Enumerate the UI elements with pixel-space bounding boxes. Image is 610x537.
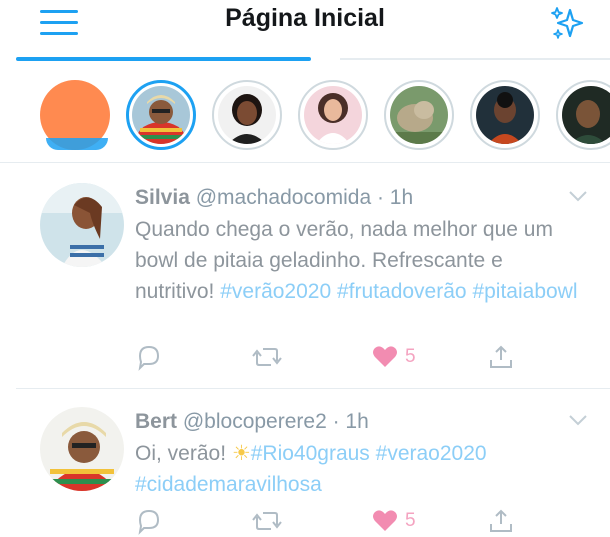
fleet-avatar[interactable] bbox=[556, 80, 610, 150]
heart-icon[interactable] bbox=[371, 343, 399, 371]
hashtag[interactable]: #cidademaravilhosa bbox=[135, 473, 322, 496]
tweet-card[interactable]: Bert @blocoperere2 · 1h Oi, verão! ☀#Rio… bbox=[0, 389, 610, 535]
add-fleet-icon bbox=[46, 138, 108, 150]
author-handle[interactable]: @machadocomida bbox=[196, 186, 371, 209]
sun-emoji-icon: ☀ bbox=[231, 442, 251, 465]
tweet-header: Silvia @machadocomida · 1h bbox=[135, 186, 413, 210]
retweet-icon[interactable] bbox=[251, 343, 283, 371]
hashtag[interactable]: #Rio40graus bbox=[251, 442, 370, 465]
tweet-time: · 1h bbox=[376, 186, 414, 209]
tweet-header: Bert @blocoperere2 · 1h bbox=[135, 410, 369, 434]
tweet-text: Quando chega o verão, nada melhor que um… bbox=[135, 214, 585, 307]
tab-home-underline bbox=[16, 57, 311, 61]
avatar bbox=[218, 86, 276, 144]
tweet-card[interactable]: Silvia @machadocomida · 1h Quando chega … bbox=[0, 163, 610, 388]
fleet-avatar[interactable] bbox=[212, 80, 282, 150]
avatar bbox=[132, 86, 190, 144]
tweet-actions: 5 bbox=[135, 507, 575, 537]
tweet-text: Oi, verão! ☀#Rio40graus #verao2020 #cida… bbox=[135, 438, 585, 500]
fleets-row bbox=[0, 70, 610, 162]
fleet-avatar[interactable] bbox=[384, 80, 454, 150]
fleet-avatar[interactable] bbox=[470, 80, 540, 150]
hashtag[interactable]: #frutadoverão bbox=[337, 280, 467, 303]
chevron-down-icon[interactable] bbox=[568, 190, 588, 202]
like-count: 5 bbox=[405, 510, 416, 531]
avatar bbox=[476, 86, 534, 144]
own-fleet-avatar[interactable] bbox=[40, 80, 110, 150]
hashtag[interactable]: #verão2020 bbox=[220, 280, 331, 303]
hashtag[interactable]: #verao2020 bbox=[376, 442, 487, 465]
fleet-avatar[interactable] bbox=[126, 80, 196, 150]
reply-icon[interactable] bbox=[135, 343, 163, 371]
avatar[interactable] bbox=[40, 407, 124, 491]
avatar[interactable] bbox=[40, 183, 124, 267]
top-app-bar: Página Inicial bbox=[0, 0, 610, 62]
like-count: 5 bbox=[405, 346, 416, 367]
share-icon[interactable] bbox=[487, 343, 515, 371]
tweet-body: Oi, verão! bbox=[135, 442, 227, 465]
chevron-down-icon[interactable] bbox=[568, 414, 588, 426]
fleet-avatar[interactable] bbox=[298, 80, 368, 150]
avatar bbox=[390, 86, 448, 144]
sparkle-icon[interactable] bbox=[548, 4, 586, 42]
tab-divider bbox=[340, 58, 610, 60]
author-name[interactable]: Silvia bbox=[135, 186, 190, 209]
author-handle[interactable]: @blocoperere2 bbox=[183, 410, 327, 433]
tweet-actions: 5 bbox=[135, 343, 575, 373]
tweet-time: · 1h bbox=[332, 410, 369, 433]
page-title: Página Inicial bbox=[225, 4, 385, 32]
avatar bbox=[304, 86, 362, 144]
hashtag[interactable]: #pitaiabowl bbox=[472, 280, 577, 303]
author-name[interactable]: Bert bbox=[135, 410, 177, 433]
